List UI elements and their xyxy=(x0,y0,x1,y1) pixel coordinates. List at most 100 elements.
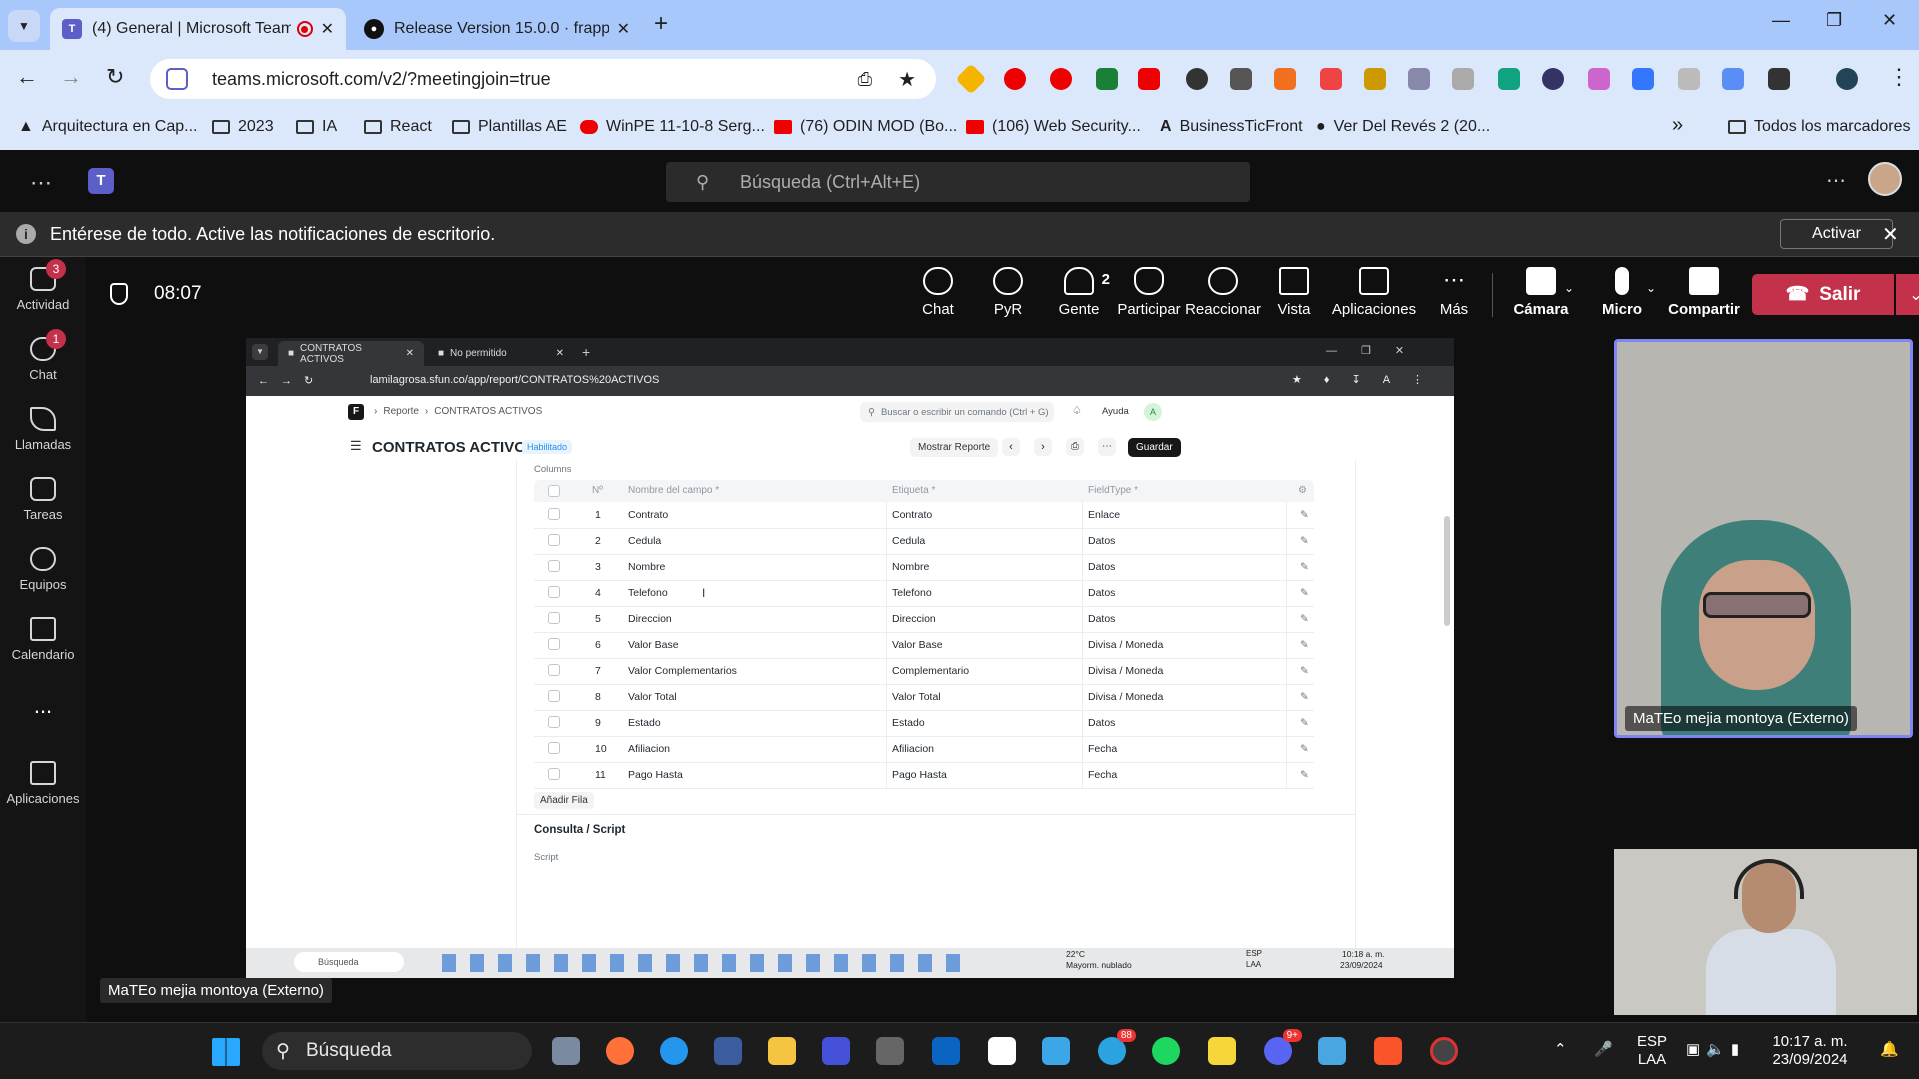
share-button[interactable]: Compartir xyxy=(1668,267,1740,318)
extension-icon[interactable] xyxy=(1678,68,1700,90)
extension-icon[interactable] xyxy=(1408,68,1430,90)
extension-icon[interactable] xyxy=(1230,68,1252,90)
participant-video-main[interactable]: MaTEo mejia montoya (Externo) xyxy=(1614,339,1913,738)
docker-icon[interactable] xyxy=(660,1037,688,1065)
self-video[interactable] xyxy=(1614,849,1917,1015)
leave-meeting-button[interactable]: ☎ Salir xyxy=(1752,274,1894,315)
telegram-icon[interactable]: 88 xyxy=(1098,1029,1136,1065)
tab-search-button[interactable]: ▼ xyxy=(8,10,40,42)
microphone-icon[interactable]: 🎤 xyxy=(1594,1041,1613,1059)
browser-tab-teams[interactable]: T (4) General | Microsoft Team ✕ xyxy=(50,8,346,50)
teams-search-input[interactable]: ⚲ Búsqueda (Ctrl+Alt+E) xyxy=(666,162,1250,202)
react-button[interactable]: Reaccionar xyxy=(1182,267,1264,318)
brave-icon[interactable] xyxy=(1374,1037,1402,1065)
bookmark-item[interactable]: WinPE 11-10-8 Serg... xyxy=(580,118,765,136)
bookmarks-overflow-button[interactable]: » xyxy=(1672,114,1683,137)
extension-icon[interactable] xyxy=(1722,68,1744,90)
back-icon[interactable]: ← xyxy=(16,64,38,90)
minimize-icon[interactable]: — xyxy=(1772,10,1790,31)
taskbar-app-icon[interactable] xyxy=(714,1037,742,1065)
activate-notifications-button[interactable]: Activar xyxy=(1780,219,1893,249)
browser-tab-github[interactable]: ● Release Version 15.0.0 · frappe/ ✕ xyxy=(352,8,642,50)
close-tab-icon[interactable]: ✕ xyxy=(321,19,334,39)
language-indicator[interactable]: ESP LAA xyxy=(1634,1033,1670,1069)
extension-new-icon[interactable] xyxy=(1138,68,1160,90)
taskbar-app-icon[interactable] xyxy=(822,1037,850,1065)
leave-options-chevron-icon[interactable]: ⌄ xyxy=(1896,274,1919,315)
notepad-icon[interactable] xyxy=(1318,1037,1346,1065)
extension-icon[interactable] xyxy=(1096,68,1118,90)
user-avatar[interactable] xyxy=(1868,162,1902,196)
bookmark-folder[interactable]: IA xyxy=(296,118,337,136)
spotify-icon[interactable] xyxy=(1152,1037,1180,1065)
discord-icon[interactable]: 9+ xyxy=(1264,1029,1302,1065)
more-options-icon[interactable]: ⋯ xyxy=(1826,168,1846,193)
forward-icon[interactable]: → xyxy=(60,64,82,90)
windows-start-icon[interactable] xyxy=(212,1038,240,1066)
extension-icon[interactable] xyxy=(1364,68,1386,90)
more-actions-button[interactable]: ⋯ Más xyxy=(1426,267,1482,318)
extension-icon[interactable] xyxy=(1542,68,1564,90)
taskbar-app-icon[interactable] xyxy=(876,1037,904,1065)
network-volume-battery[interactable]: ▣🔈▮ xyxy=(1686,1041,1745,1059)
bookmark-folder[interactable]: 2023 xyxy=(212,118,274,136)
all-bookmarks[interactable]: Todos los marcadores xyxy=(1728,118,1911,136)
rail-item-tasks[interactable]: Tareas xyxy=(0,477,86,522)
reload-icon[interactable]: ↻ xyxy=(106,64,124,90)
bookmark-star-icon[interactable]: ★ xyxy=(898,67,916,92)
notification-bell-icon[interactable]: 🔔 xyxy=(1880,1041,1899,1059)
view-button[interactable]: Vista xyxy=(1266,267,1322,318)
notion-icon[interactable] xyxy=(988,1037,1016,1065)
rail-item-activity[interactable]: 3 Actividad xyxy=(0,259,86,312)
extension-icon[interactable] xyxy=(955,63,987,95)
rail-item-calls[interactable]: Llamadas xyxy=(0,407,86,452)
mic-button[interactable]: Micro xyxy=(1594,267,1650,318)
outlook-icon[interactable] xyxy=(932,1037,960,1065)
rail-item-calendar[interactable]: Calendario xyxy=(0,617,86,662)
sticky-notes-icon[interactable] xyxy=(1208,1037,1236,1065)
profile-avatar[interactable] xyxy=(1836,68,1858,90)
file-explorer-icon[interactable] xyxy=(768,1037,796,1065)
browser-menu-icon[interactable]: ⋮ xyxy=(1888,64,1910,90)
extension-icon[interactable] xyxy=(1632,68,1654,90)
extension-icon[interactable] xyxy=(1452,68,1474,90)
bookmark-item[interactable]: A BusinessTicFront xyxy=(1160,118,1303,136)
bookmark-item[interactable]: (76) ODIN MOD (Bo... xyxy=(774,118,957,136)
new-tab-button[interactable]: + xyxy=(654,10,668,38)
extension-icon[interactable] xyxy=(1186,68,1208,90)
bookmark-item[interactable]: ● Ver Del Revés 2 (20... xyxy=(1316,118,1490,136)
rail-item-apps[interactable]: Aplicaciones xyxy=(0,761,86,806)
adblock-icon[interactable] xyxy=(1050,68,1072,90)
bookmark-folder[interactable]: React xyxy=(364,118,432,136)
rail-more-button[interactable]: ... xyxy=(0,693,86,719)
site-info-icon[interactable] xyxy=(166,68,188,90)
extension-icon[interactable] xyxy=(1588,68,1610,90)
close-tab-icon[interactable]: ✕ xyxy=(617,19,630,39)
restore-icon[interactable]: ❐ xyxy=(1826,10,1842,31)
chrome-dev-icon[interactable] xyxy=(1430,1037,1458,1065)
mic-options-chevron-icon[interactable]: ⌄ xyxy=(1646,281,1656,295)
app-launcher-icon[interactable]: ⋯ xyxy=(30,170,54,196)
address-bar[interactable]: teams.microsoft.com/v2/?meetingjoin=true… xyxy=(150,59,936,99)
close-icon[interactable]: ✕ xyxy=(1882,222,1899,247)
bookmark-folder[interactable]: Plantillas AE xyxy=(452,118,567,136)
bookmark-item[interactable]: ▲ Arquitectura en Cap... xyxy=(18,118,197,136)
meeting-qa-button[interactable]: PyR xyxy=(980,267,1036,318)
install-app-icon[interactable]: ⎙ xyxy=(858,69,872,90)
taskbar-search[interactable]: ⚲ Búsqueda xyxy=(262,1032,532,1070)
meeting-chat-button[interactable]: Chat xyxy=(910,267,966,318)
firefox-icon[interactable] xyxy=(606,1037,634,1065)
meeting-people-button[interactable]: 2 Gente xyxy=(1048,267,1110,318)
close-window-icon[interactable]: ✕ xyxy=(1882,10,1897,31)
taskbar-app-icon[interactable] xyxy=(552,1037,580,1065)
chatgpt-icon[interactable] xyxy=(1498,68,1520,90)
rail-item-chat[interactable]: 1 Chat xyxy=(0,329,86,382)
meeting-apps-button[interactable]: Aplicaciones xyxy=(1328,267,1420,318)
rail-item-teams[interactable]: Equipos xyxy=(0,547,86,592)
extension-icon[interactable] xyxy=(1320,68,1342,90)
show-hidden-icons[interactable]: ⌃ xyxy=(1554,1041,1567,1059)
raise-hand-button[interactable]: Participar xyxy=(1116,267,1182,318)
bookmark-item[interactable]: (106) Web Security... xyxy=(966,118,1141,136)
taskbar-app-icon[interactable] xyxy=(1042,1037,1070,1065)
clock[interactable]: 10:17 a. m. 23/09/2024 xyxy=(1760,1033,1860,1069)
